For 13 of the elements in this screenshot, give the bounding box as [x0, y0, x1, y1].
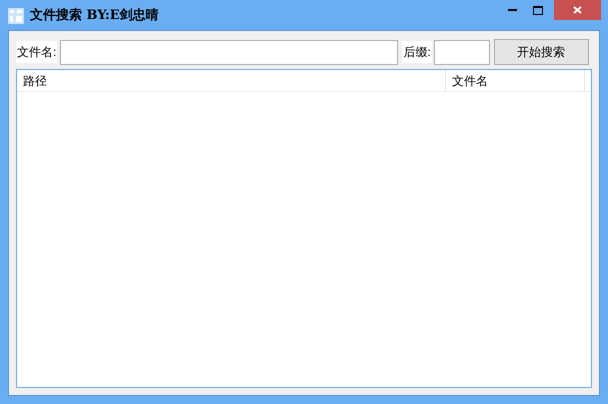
column-header[interactable]: 路径: [17, 70, 446, 91]
suffix-field[interactable]: [434, 40, 490, 64]
window-title: 文件搜索 BY:E剑忠晴: [30, 6, 159, 25]
close-button[interactable]: [554, 0, 601, 20]
filename-field[interactable]: [60, 40, 398, 64]
close-icon: [573, 6, 582, 14]
app-icon: [8, 8, 24, 24]
search-button[interactable]: 开始搜索: [494, 39, 589, 65]
field-label: 文件名:: [16, 41, 58, 63]
minimize-icon: [508, 9, 516, 11]
maximize-icon: [533, 6, 543, 14]
field-label: 后缀:: [402, 41, 432, 63]
column-header[interactable]: 文件名: [446, 70, 585, 91]
